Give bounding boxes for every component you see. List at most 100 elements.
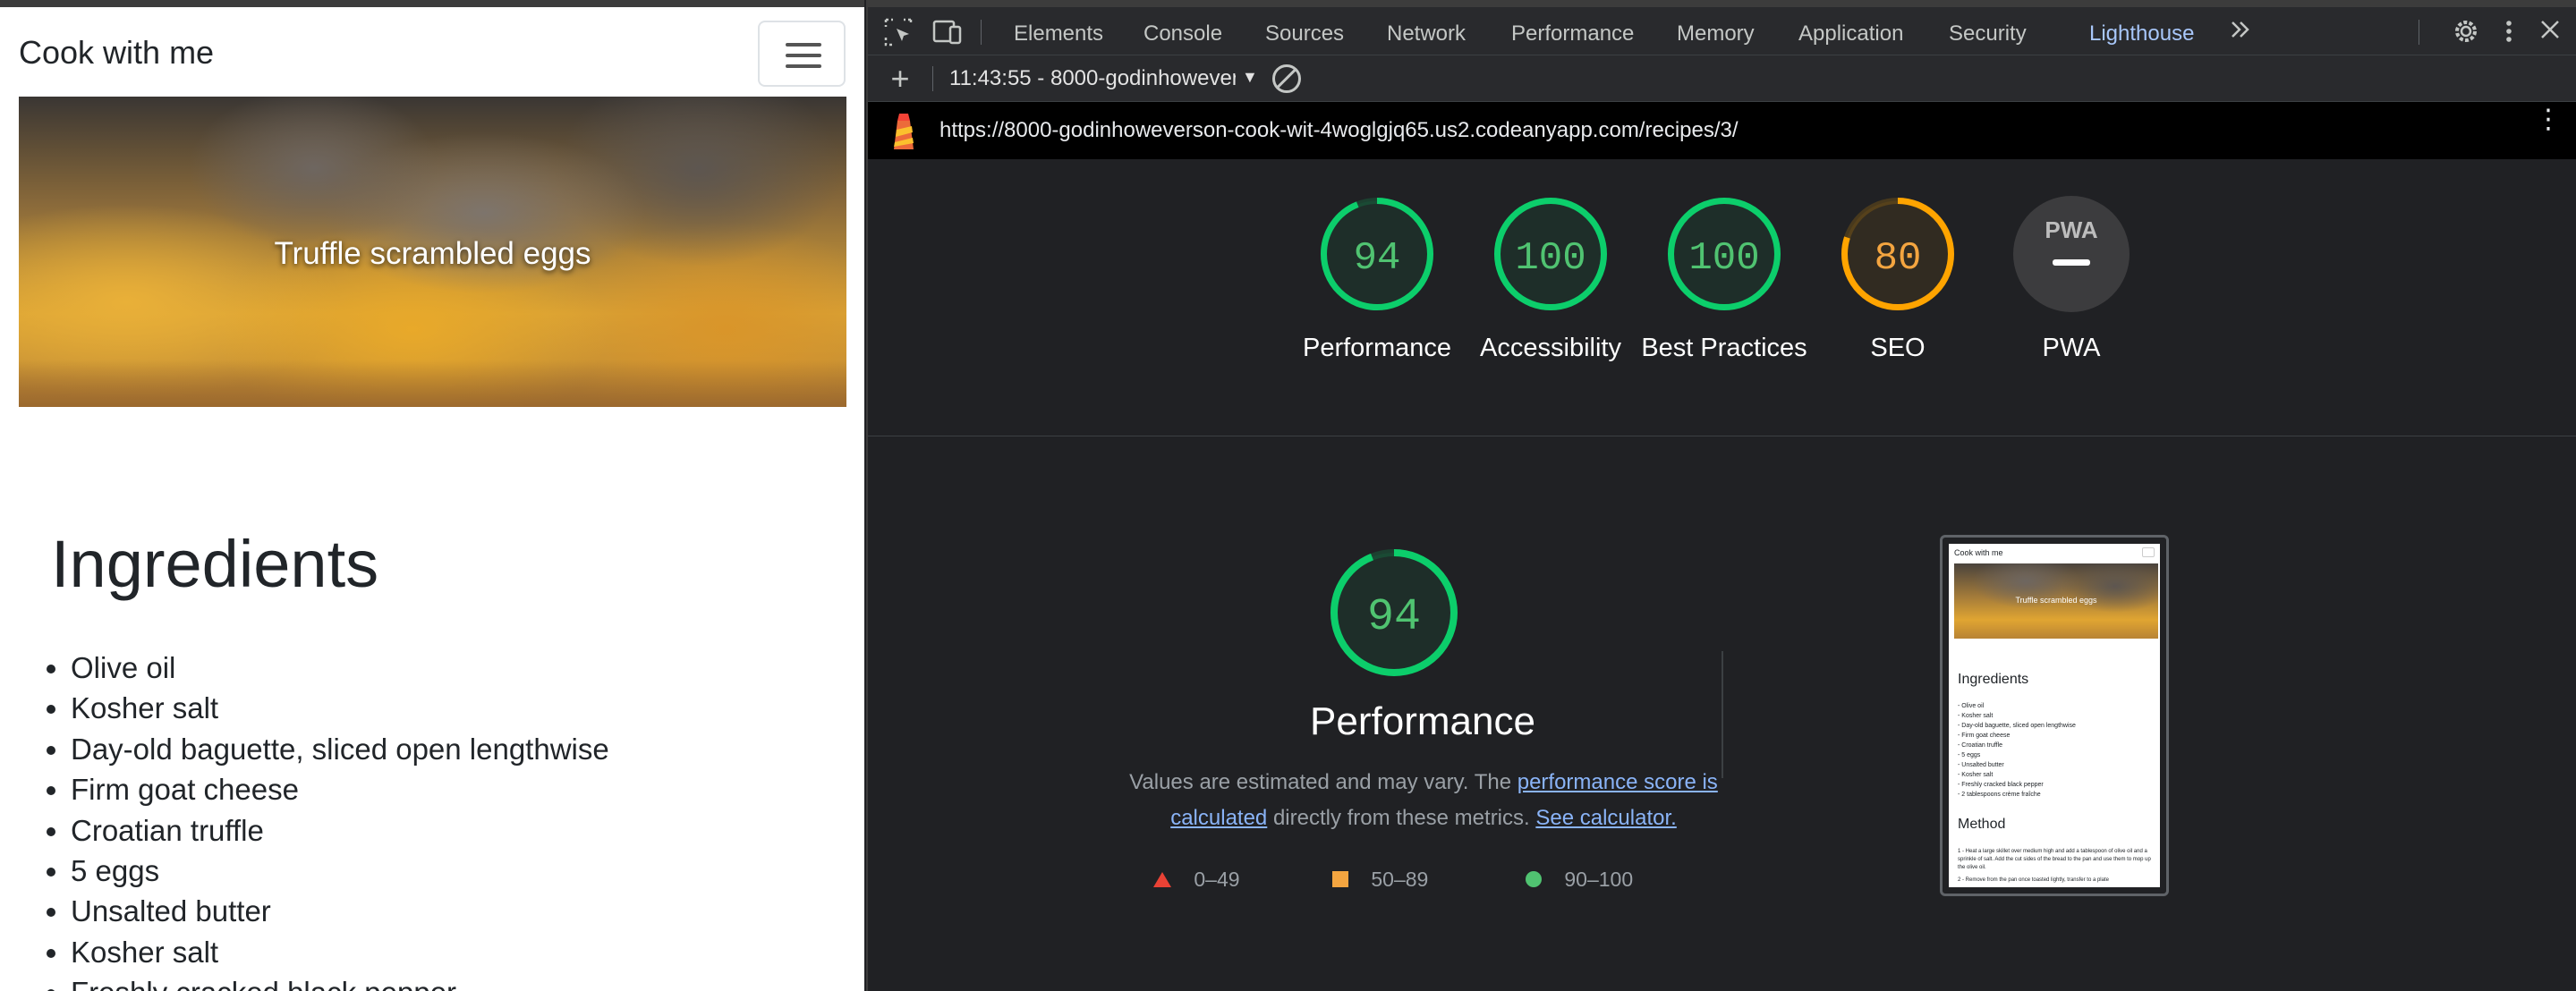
thumbnail-item-text: Day-old baguette, sliced open lengthwise [1961,723,2076,729]
inspect-element-icon[interactable] [880,16,916,52]
tab-elements[interactable]: Elements [1014,14,1103,54]
desc-text: directly from these metrics. [1267,806,1536,830]
thumbnail-item-text: Croatian truffle [1961,742,2003,749]
toolbar-divider [981,20,982,45]
thumbnail-item-text: 5 eggs [1961,752,1981,758]
gauge-performance[interactable]: 94 Performance [1303,196,1451,362]
tab-console[interactable]: Console [1143,14,1222,54]
thumbnail-item: - Kosher salt [1958,772,1994,778]
gauge-accessibility[interactable]: 100 Accessibility [1480,196,1621,362]
thumbnail-method-heading: Method [1958,817,2006,832]
hamburger-icon [786,43,821,47]
gauge-seo[interactable]: 80 SEO [1840,196,1956,362]
ingredients-heading: Ingredients [51,527,379,601]
gauge-label: SEO [1870,334,1926,362]
gauge-score: 100 [1688,236,1759,281]
thumbnail-hero-caption: Truffle scrambled eggs [2015,596,2097,605]
tab-security[interactable]: Security [1949,14,2027,54]
gauge-label: Accessibility [1480,334,1621,362]
list-item: Kosher salt [71,932,609,972]
gauge-best-practices[interactable]: 100 Best Practices [1641,196,1807,362]
list-item: Freshly cracked black pepper [71,972,609,991]
page-screenshot-thumbnail[interactable]: Cook with me Truffle scrambled eggs Ingr… [1940,535,2169,896]
thumbnail-method-step: 2 - Remove from the pan once toasted lig… [1958,877,2109,883]
tab-lighthouse[interactable]: Lighthouse [2089,14,2194,54]
devtools-panel: Elements Console Sources Network Perform… [866,0,2576,991]
thumbnail-toggler [2142,547,2155,557]
tab-network[interactable]: Network [1387,14,1466,54]
gear-icon[interactable] [2448,16,2484,52]
pwa-badge-bg [2013,196,2130,312]
see-calculator-link[interactable]: See calculator. [1535,806,1676,830]
gauge-score: 94 [1354,236,1401,281]
gauge-ring: 100 [1668,198,1781,310]
gauge-score: 80 [1875,236,1922,281]
gauge-ring: 94 [1331,549,1458,676]
list-item: Day-old baguette, sliced open lengthwise [71,729,609,769]
navbar-toggler-button[interactable] [758,21,846,87]
gauge-label: PWA [2042,334,2101,362]
tab-performance[interactable]: Performance [1511,14,1634,54]
gauge-ring: 100 [1494,198,1607,310]
gauge-score: 94 [1367,592,1421,643]
thumbnail-item: - 5 eggs [1958,752,1981,758]
list-item: Olive oil [71,648,609,688]
devtools-toolbar: Elements Console Sources Network Perform… [868,0,2576,61]
hero-image: Truffle scrambled eggs [19,97,846,407]
hero-image-shading [19,360,846,407]
thumbnail-item-text: Olive oil [1961,703,1985,709]
performance-title: Performance [1310,699,1535,743]
double-chevron-right-icon[interactable] [2223,16,2258,52]
ingredients-list: Olive oil Kosher salt Day-old baguette, … [71,648,609,991]
toolbar-divider [932,66,933,91]
thumbnail-item: - Freshly cracked black pepper [1958,782,2044,788]
gauge-ring: PWA [2013,196,2130,312]
tab-memory[interactable]: Memory [1677,14,1755,54]
list-item: 5 eggs [71,851,609,891]
square-icon [1332,871,1348,887]
tab-application[interactable]: Application [1798,14,1903,54]
gauge-score: 100 [1515,236,1586,281]
pwa-badge-text: PWA [2045,216,2097,243]
dropdown-caret-icon[interactable]: ▼ [1242,68,1258,87]
close-icon[interactable] [2532,16,2568,52]
more-options-icon[interactable] [2491,16,2527,52]
legend-pass: 90–100 [1525,868,1633,892]
thumbnail-item-text: Firm goat cheese [1961,733,2011,739]
thumbnail-item: - Firm goat cheese [1958,733,2011,739]
thumbnail-item: - Unsalted butter [1958,762,2004,768]
thumbnail-heading: Ingredients [1958,672,2029,687]
list-item: Unsalted butter [71,891,609,931]
thumbnail-item: - Day-old baguette, sliced open lengthwi… [1958,723,2076,729]
circle-icon [1526,871,1542,887]
list-item: Kosher salt [71,688,609,728]
device-toolbar-icon[interactable] [929,16,965,52]
tab-sources[interactable]: Sources [1265,14,1344,54]
gauge-label: Best Practices [1641,334,1807,362]
lighthouse-report-bar: + 11:43:55 - 8000-godinhoweverson-cook-w… [868,55,2576,102]
hamburger-icon-line [786,54,821,57]
section-vertical-divider [1722,651,1723,778]
legend-fail: 0–49 [1152,868,1240,892]
report-selector[interactable]: 11:43:55 - 8000-godinhoweverson-cook-wit… [949,64,1236,93]
desc-text: Values are estimated and may vary. The [1129,770,1518,794]
gauge-pwa[interactable]: PWA PWA [2013,196,2130,362]
thumbnail-item: - Croatian truffle [1958,742,2003,749]
thumbnail-item-text: Kosher salt [1961,713,1994,719]
navbar-brand[interactable]: Cook with me [19,34,214,72]
hero-caption: Truffle scrambled eggs [274,236,591,271]
gauge-performance[interactable]: 94 [1329,547,1459,682]
gauge-label: Performance [1302,334,1451,362]
thumbnail-item: - Kosher salt [1958,713,1994,719]
report-url-bar: https://8000-godinhoweverson-cook-wit-4w… [868,102,2576,159]
legend-range: 90–100 [1564,868,1634,891]
thumbnail-ingredients: - Olive oil - Kosher salt - Day-old bagu… [1958,701,2076,800]
page-preview: Cook with me Truffle scrambled eggs Ingr… [0,0,864,991]
thumbnail-item: - 2 tablespoons crème fraîche [1958,792,2041,798]
legend-range: 50–89 [1371,868,1429,891]
new-report-button[interactable]: + [882,61,918,97]
triangle-icon [1153,872,1171,887]
clear-reports-icon[interactable] [1272,64,1301,93]
report-menu-icon[interactable]: ⋮ [2535,106,2562,133]
thumbnail-item-text: Kosher salt [1961,772,1994,778]
